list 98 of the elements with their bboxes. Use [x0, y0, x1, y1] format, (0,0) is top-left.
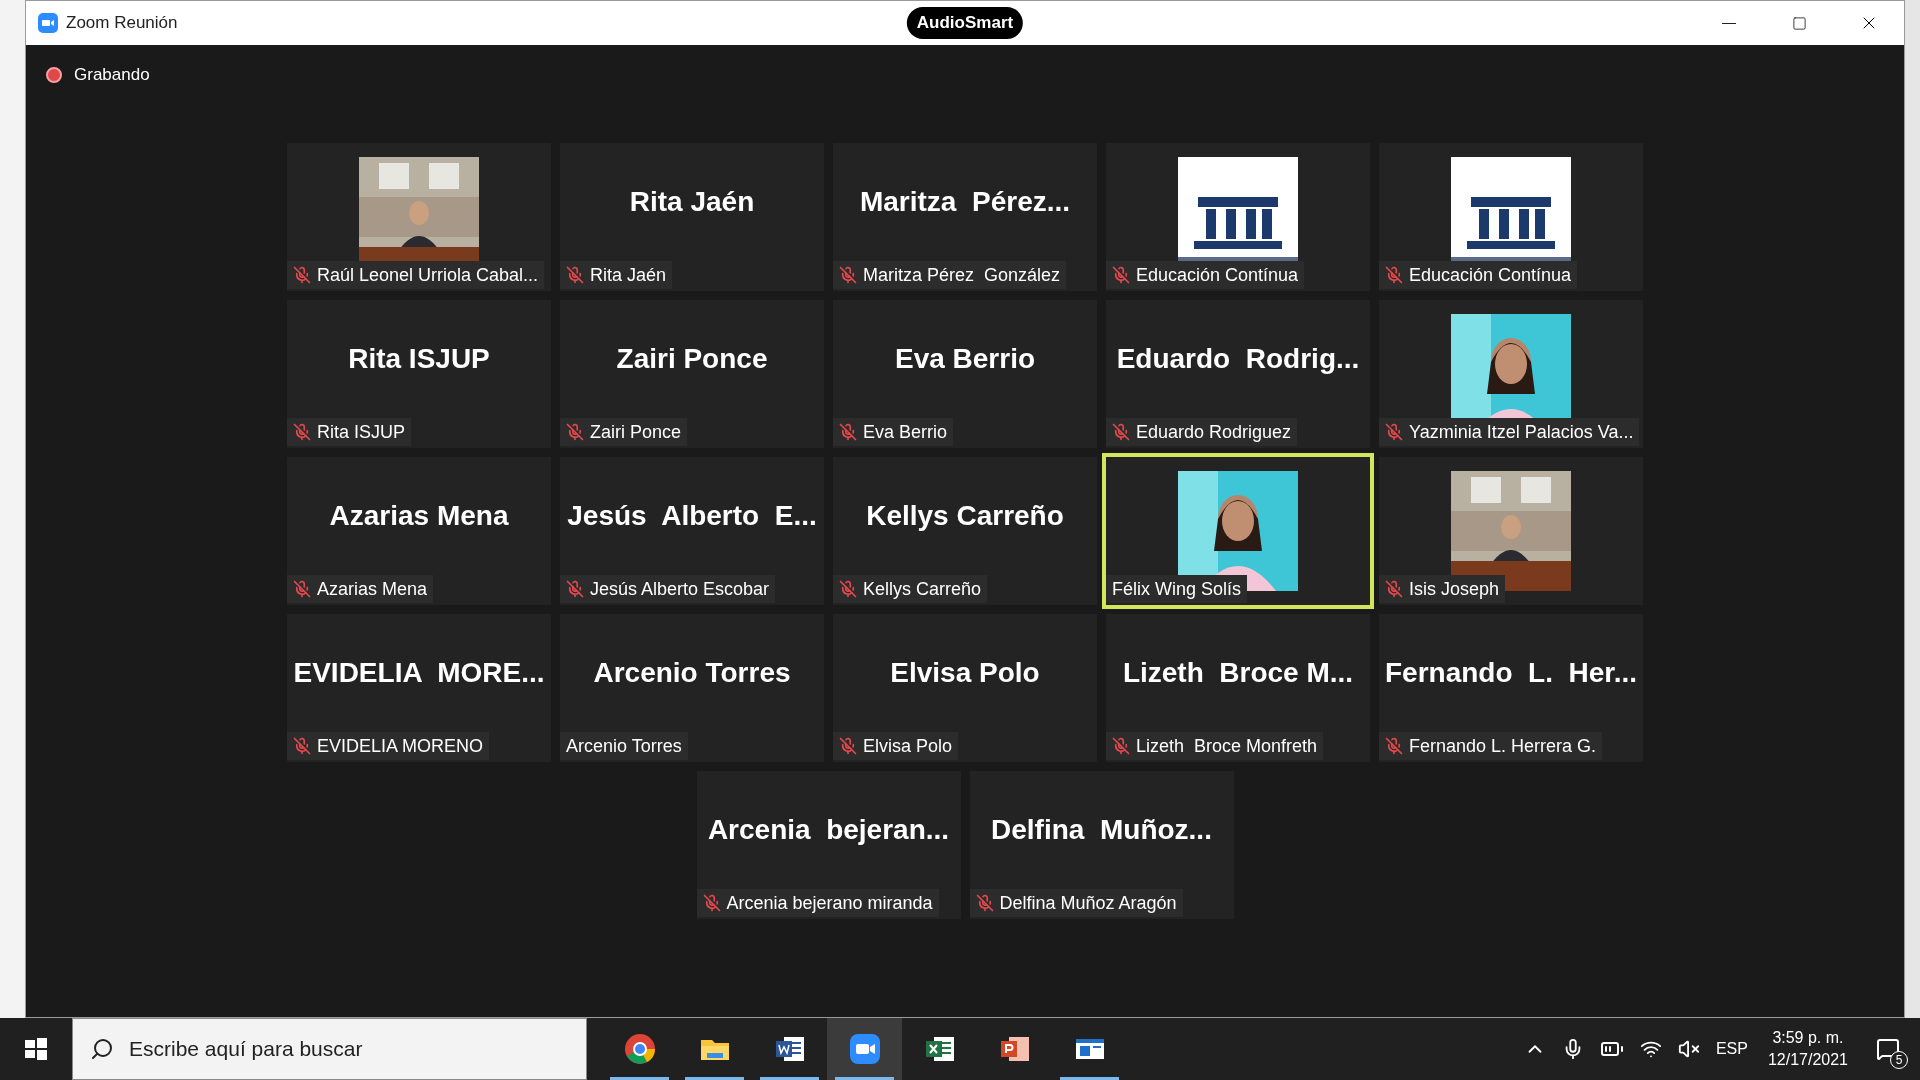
muted-mic-icon: [566, 580, 584, 598]
participant-name: Lizeth Broce M...: [1122, 656, 1354, 690]
label-text: Arcenia bejerano miranda: [726, 894, 933, 912]
muted-mic-icon: [1385, 737, 1403, 755]
video-tile[interactable]: Kellys Carreño Kellys Carreño: [833, 457, 1097, 605]
participant-name: EVIDELIA MORE...: [293, 656, 545, 690]
video-tile[interactable]: Rita ISJUP Rita ISJUP: [287, 300, 551, 448]
participant-name: Jesús Alberto E...: [567, 499, 817, 533]
label-text: Eduardo Rodriguez: [1136, 423, 1292, 441]
label-text: Isis Joseph: [1409, 580, 1500, 598]
label-text: Jesús Alberto Escobar: [590, 580, 770, 598]
video-tile[interactable]: Educación Contínua: [1106, 143, 1370, 291]
label-text: Elvisa Polo: [863, 737, 953, 755]
participant-name: Delfina Muñoz...: [991, 813, 1212, 847]
notifications-button[interactable]: 5: [1868, 1029, 1908, 1069]
speaker-muted-icon[interactable]: [1677, 1038, 1700, 1060]
video-tile[interactable]: Jesús Alberto E... Jesús Alberto Escobar: [560, 457, 824, 605]
participant-name: Eva Berrio: [894, 342, 1036, 376]
muted-mic-icon: [566, 266, 584, 284]
participant-name: Arcenio Torres: [593, 656, 791, 690]
video-tile[interactable]: Eduardo Rodrig... Eduardo Rodriguez: [1106, 300, 1370, 448]
windows-logo-icon: [24, 1037, 48, 1061]
label-text: Maritza Pérez González: [863, 266, 1061, 284]
notification-count: 5: [1890, 1051, 1908, 1069]
label-text: Delfina Muñoz Aragón: [999, 894, 1177, 912]
label-text: Rita ISJUP: [317, 423, 406, 441]
video-tile[interactable]: EVIDELIA MORE... EVIDELIA MORENO: [287, 614, 551, 762]
muted-mic-icon: [1385, 580, 1403, 598]
muted-mic-icon: [1112, 266, 1130, 284]
video-tile[interactable]: Fernando L. Her... Fernando L. Herrera G.: [1379, 614, 1643, 762]
audio-badge: AudioSmart: [906, 7, 1024, 39]
maximize-icon: [1791, 15, 1807, 31]
muted-mic-icon: [975, 894, 994, 912]
muted-mic-icon: [293, 737, 311, 755]
video-tile[interactable]: Yazminia Itzel Palacios Va...: [1379, 300, 1643, 448]
video-tile[interactable]: Elvisa Polo Elvisa Polo: [833, 614, 1097, 762]
participant-name: Eduardo Rodrig...: [1116, 342, 1360, 376]
label-text: Zairi Ponce: [590, 423, 682, 441]
video-tile[interactable]: Rita Jaén Rita Jaén: [560, 143, 824, 291]
label-text: Raúl Leonel Urriola Cabal...: [317, 266, 539, 284]
label-text: Arcenio Torres: [566, 737, 682, 755]
time-text: 3:59 p. m.: [1772, 1028, 1844, 1048]
video-tile[interactable]: Eva Berrio Eva Berrio: [833, 300, 1097, 448]
label-text: Azarias Mena: [317, 580, 428, 598]
label-text: EVIDELIA MORENO: [317, 737, 484, 755]
language-indicator[interactable]: ESP: [1715, 1037, 1748, 1061]
muted-mic-icon: [839, 423, 857, 441]
video-tile[interactable]: Zairi Ponce Zairi Ponce: [560, 300, 824, 448]
participant-name: Azarias Mena: [329, 499, 509, 533]
muted-mic-icon: [839, 266, 857, 284]
recording-label: Grabando: [74, 64, 150, 87]
muted-mic-icon: [1385, 266, 1403, 284]
minimize-icon: [1722, 22, 1736, 24]
muted-mic-icon: [1385, 423, 1403, 441]
search-icon: [90, 1037, 114, 1061]
date-text: 12/17/2021: [1767, 1050, 1848, 1070]
label-text: Educación Contínua: [1409, 266, 1572, 284]
label-text: Eva Berrio: [863, 423, 948, 441]
participant-name: Zairi Ponce: [616, 342, 768, 376]
video-tile[interactable]: Maritza Pérez... Maritza Pérez González: [833, 143, 1097, 291]
taskbar-app-button[interactable]: [827, 1018, 902, 1080]
participant-name: Arcenia bejeran...: [707, 813, 950, 847]
label-text: Educación Contínua: [1136, 266, 1299, 284]
video-camera-icon: [848, 1033, 881, 1065]
muted-mic-icon: [293, 580, 311, 598]
video-tile[interactable]: Educación Contínua: [1379, 143, 1643, 291]
video-tile[interactable]: Arcenio Torres Arcenio Torres: [560, 614, 824, 762]
label-text: Félix Wing Solís: [1112, 580, 1242, 598]
video-tile[interactable]: Azarias Mena Azarias Mena: [287, 457, 551, 605]
clock[interactable]: 3:59 p. m. 12/17/2021: [1763, 1027, 1852, 1071]
muted-mic-icon: [293, 423, 311, 441]
participant-name: Maritza Pérez...: [859, 185, 1071, 219]
participant-name: Rita ISJUP: [348, 342, 490, 376]
muted-mic-icon: [1112, 737, 1130, 755]
participant-name: Elvisa Polo: [890, 656, 1040, 690]
muted-mic-icon: [702, 894, 721, 912]
label-text: Lizeth Broce Monfreth: [1136, 737, 1318, 755]
label-text: Fernando L. Herrera G.: [1409, 737, 1597, 755]
label-text: Kellys Carreño: [863, 580, 982, 598]
muted-mic-icon: [1112, 423, 1130, 441]
muted-mic-icon: [293, 266, 311, 284]
muted-mic-icon: [839, 580, 857, 598]
video-tile[interactable]: Lizeth Broce M... Lizeth Broce Monfreth: [1106, 614, 1370, 762]
muted-mic-icon: [839, 737, 857, 755]
search-field[interactable]: Escribe aquí para buscar: [72, 1018, 587, 1080]
video-tile[interactable]: Delfina Muñoz... Delfina Muñoz Aragón: [969, 771, 1234, 919]
video-tile[interactable]: Raúl Leonel Urriola Cabal...: [287, 143, 551, 291]
chrome-icon: [623, 1033, 656, 1065]
video-tile[interactable]: Isis Joseph: [1379, 457, 1643, 605]
label-text: Rita Jaén: [590, 266, 667, 284]
video-tile[interactable]: Arcenia bejeran... Arcenia bejerano miranda: [696, 771, 961, 919]
participant-name: Kellys Carreño: [866, 499, 1064, 533]
muted-mic-icon: [566, 423, 584, 441]
video-camera-icon: [38, 13, 58, 33]
label-text: Yazminia Itzel Palacios Va...: [1409, 423, 1634, 441]
participant-name: Rita Jaén: [629, 185, 755, 219]
window-title: Zoom Reunión: [66, 12, 178, 35]
participant-name: Fernando L. Her...: [1384, 656, 1637, 690]
